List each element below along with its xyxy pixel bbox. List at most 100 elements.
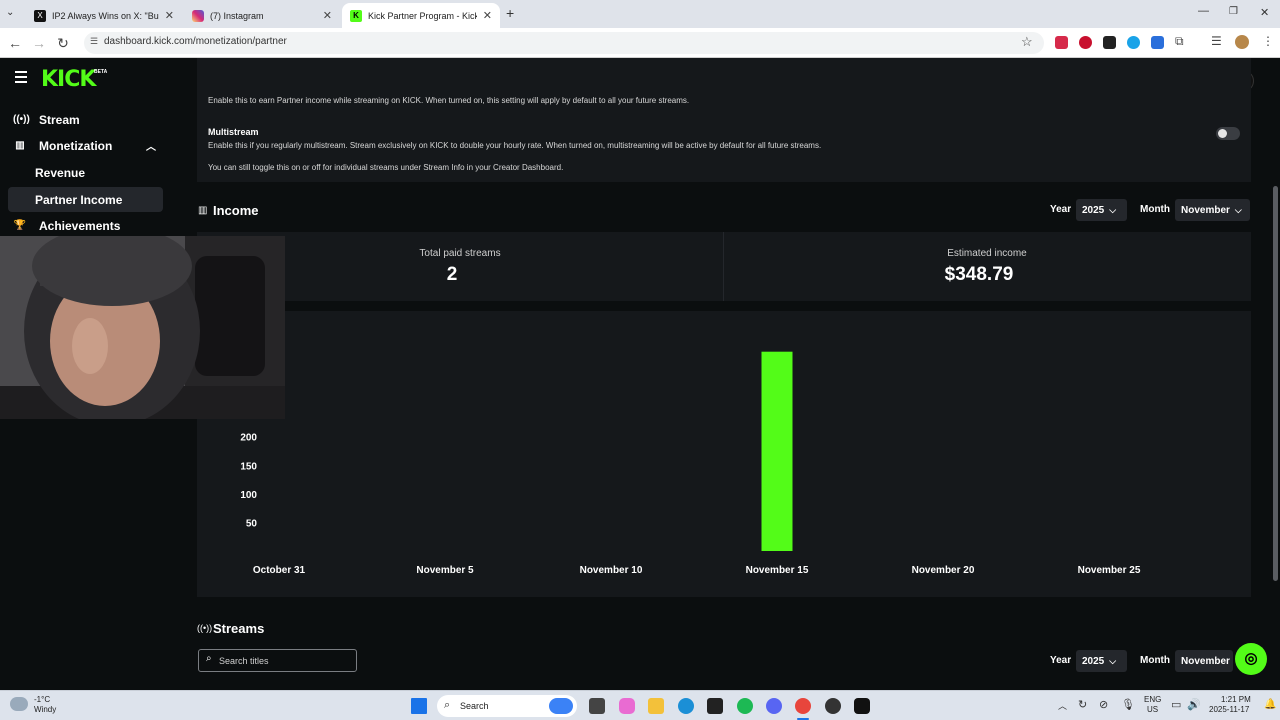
copilot-icon[interactable] xyxy=(619,698,635,714)
webcam-overlay xyxy=(0,236,285,419)
weather-desc: Windy xyxy=(34,705,57,714)
chevron-down-icon: ⌵ xyxy=(1234,204,1242,215)
tab-instagram[interactable]: (7) Instagram ✕ xyxy=(184,3,340,28)
extensions-puzzle-icon[interactable]: ⧉ xyxy=(1175,34,1184,49)
close-tab-icon[interactable]: ✕ xyxy=(165,9,174,22)
tray-chevron-icon[interactable]: ︿ xyxy=(1058,699,1067,712)
income-icon: ▥ xyxy=(198,205,208,216)
taskbar-search-label: Search xyxy=(460,701,489,711)
income-year-label: Year xyxy=(1050,204,1072,215)
profile-avatar[interactable] xyxy=(1235,35,1249,49)
streams-month-select[interactable]: November xyxy=(1175,650,1233,672)
x-tick-label: October 31 xyxy=(253,565,306,576)
trophy-icon: 🏆 xyxy=(13,220,27,231)
multistream-description: Enable this if you regularly multistream… xyxy=(208,141,822,150)
partner-income-description: Enable this to earn Partner income while… xyxy=(208,96,690,105)
sidebar-item-achievements[interactable]: 🏆 Achievements xyxy=(8,213,163,238)
x-logo-icon: X xyxy=(34,9,46,22)
site-info-icon[interactable]: ☰ xyxy=(90,36,98,47)
tab-title: Kick Partner Program - Kick Da xyxy=(368,10,477,21)
spotify-icon[interactable] xyxy=(737,698,753,714)
sidebar-item-stream[interactable]: ((•)) Stream xyxy=(8,107,163,132)
app-icon-dark[interactable] xyxy=(825,698,841,714)
streams-year-select[interactable]: 2025 ⌵ xyxy=(1076,650,1127,672)
close-tab-icon[interactable]: ✕ xyxy=(483,9,492,22)
multistream-toggle[interactable] xyxy=(1216,127,1240,140)
streams-month-label: Month xyxy=(1140,655,1170,666)
weather-icon[interactable] xyxy=(10,697,28,711)
tab-title: (7) Instagram xyxy=(210,10,264,21)
tiktok-icon[interactable] xyxy=(854,698,870,714)
back-icon[interactable]: ← xyxy=(5,33,25,53)
restore-icon[interactable]: ❐ xyxy=(1229,6,1238,17)
taskbar-search[interactable]: ⌕ Search xyxy=(437,695,577,717)
kick-logo[interactable]: KICK xyxy=(41,67,96,92)
file-explorer-icon[interactable] xyxy=(648,698,664,714)
reload-icon[interactable]: ↻ xyxy=(53,33,73,53)
streams-icon: ((•)) xyxy=(197,623,213,633)
bookmark-star-icon[interactable]: ☆ xyxy=(1021,34,1033,50)
chart-icon: ▥ xyxy=(15,140,25,151)
sidebar-item-partner-income[interactable]: Partner Income xyxy=(8,187,163,212)
selected-value: 2025 xyxy=(1082,204,1105,216)
kick-icon: K xyxy=(350,9,362,22)
discord-icon[interactable] xyxy=(766,698,782,714)
copilot-pill-icon xyxy=(549,698,573,714)
hamburger-menu-icon[interactable] xyxy=(15,71,27,86)
language-bottom[interactable]: US xyxy=(1147,705,1158,714)
income-bar[interactable] xyxy=(761,351,793,551)
extension-box-icon[interactable] xyxy=(1103,36,1116,49)
task-view-icon[interactable] xyxy=(589,698,605,714)
search-input[interactable] xyxy=(219,653,349,668)
windows-start-icon[interactable] xyxy=(411,698,427,714)
income-month-label: Month xyxy=(1140,204,1170,215)
tab-kick[interactable]: K Kick Partner Program - Kick Da ✕ xyxy=(342,3,500,28)
extension-wave-icon[interactable] xyxy=(1151,36,1164,49)
app-icon-black[interactable] xyxy=(707,698,723,714)
extension-circle-icon[interactable] xyxy=(1079,36,1092,49)
notification-bell-icon[interactable]: 🔔 xyxy=(1264,699,1276,710)
tab-list-chevron-icon[interactable]: ⌄ xyxy=(6,7,14,18)
broadcast-icon: ((•)) xyxy=(13,114,30,125)
selected-value: November xyxy=(1181,655,1230,667)
clock-time[interactable]: 1:21 PM xyxy=(1221,695,1251,704)
address-bar: ← → ↻ ☰ dashboard.kick.com/monetization/… xyxy=(0,28,1280,58)
network-icon[interactable]: ▭ xyxy=(1171,698,1181,711)
extension-red-icon[interactable] xyxy=(1055,36,1068,49)
income-month-select[interactable]: November ⌵ xyxy=(1175,199,1250,221)
extension-blue-icon[interactable] xyxy=(1127,36,1140,49)
microphone-icon[interactable]: 🎙 xyxy=(1121,698,1135,711)
minimize-icon[interactable]: — xyxy=(1198,5,1209,17)
forward-icon[interactable]: → xyxy=(29,33,49,53)
tray-sync-icon[interactable]: ↻ xyxy=(1078,698,1087,711)
url-field[interactable]: ☰ dashboard.kick.com/monetization/partne… xyxy=(84,32,1044,54)
weather-temp: -1°C xyxy=(34,695,51,704)
income-year-select[interactable]: 2025 ⌵ xyxy=(1076,199,1127,221)
x-tick-label: November 20 xyxy=(912,565,975,576)
language-top[interactable]: ENG xyxy=(1144,695,1161,704)
edge-icon[interactable] xyxy=(678,698,694,714)
selected-value: November xyxy=(1181,204,1230,216)
search-field[interactable]: ⌕ xyxy=(198,649,357,672)
sidebar-item-monetization[interactable]: ▥ Monetization ︿ xyxy=(8,133,163,158)
sidebar-item-revenue[interactable]: Revenue xyxy=(8,160,163,185)
page-scrollbar[interactable] xyxy=(1273,186,1278,581)
tray-hidden-icon[interactable]: ⊘ xyxy=(1099,698,1108,711)
support-chat-button[interactable]: ◎ xyxy=(1235,643,1267,675)
chevron-down-icon: ⌵ xyxy=(1109,204,1117,215)
close-tab-icon[interactable]: ✕ xyxy=(323,9,332,22)
y-tick-label: 150 xyxy=(240,461,257,472)
volume-icon[interactable]: 🔊 xyxy=(1187,698,1201,711)
beta-badge: BETA xyxy=(94,69,108,75)
search-icon: ⌕ xyxy=(206,653,212,664)
tab-x[interactable]: X IP2 Always Wins on X: "BurgerP ✕ xyxy=(26,3,182,28)
window-close-icon[interactable]: ✕ xyxy=(1260,6,1269,19)
reading-list-icon[interactable]: ☰ xyxy=(1211,34,1222,48)
browser-menu-icon[interactable]: ⋮ xyxy=(1262,34,1274,48)
webcam-image xyxy=(0,236,285,419)
clock-date[interactable]: 2025-11-17 xyxy=(1209,705,1249,714)
x-tick-label: November 15 xyxy=(746,565,809,576)
chrome-icon[interactable] xyxy=(795,698,811,714)
x-tick-label: November 10 xyxy=(580,565,643,576)
new-tab-icon[interactable]: + xyxy=(506,5,514,21)
